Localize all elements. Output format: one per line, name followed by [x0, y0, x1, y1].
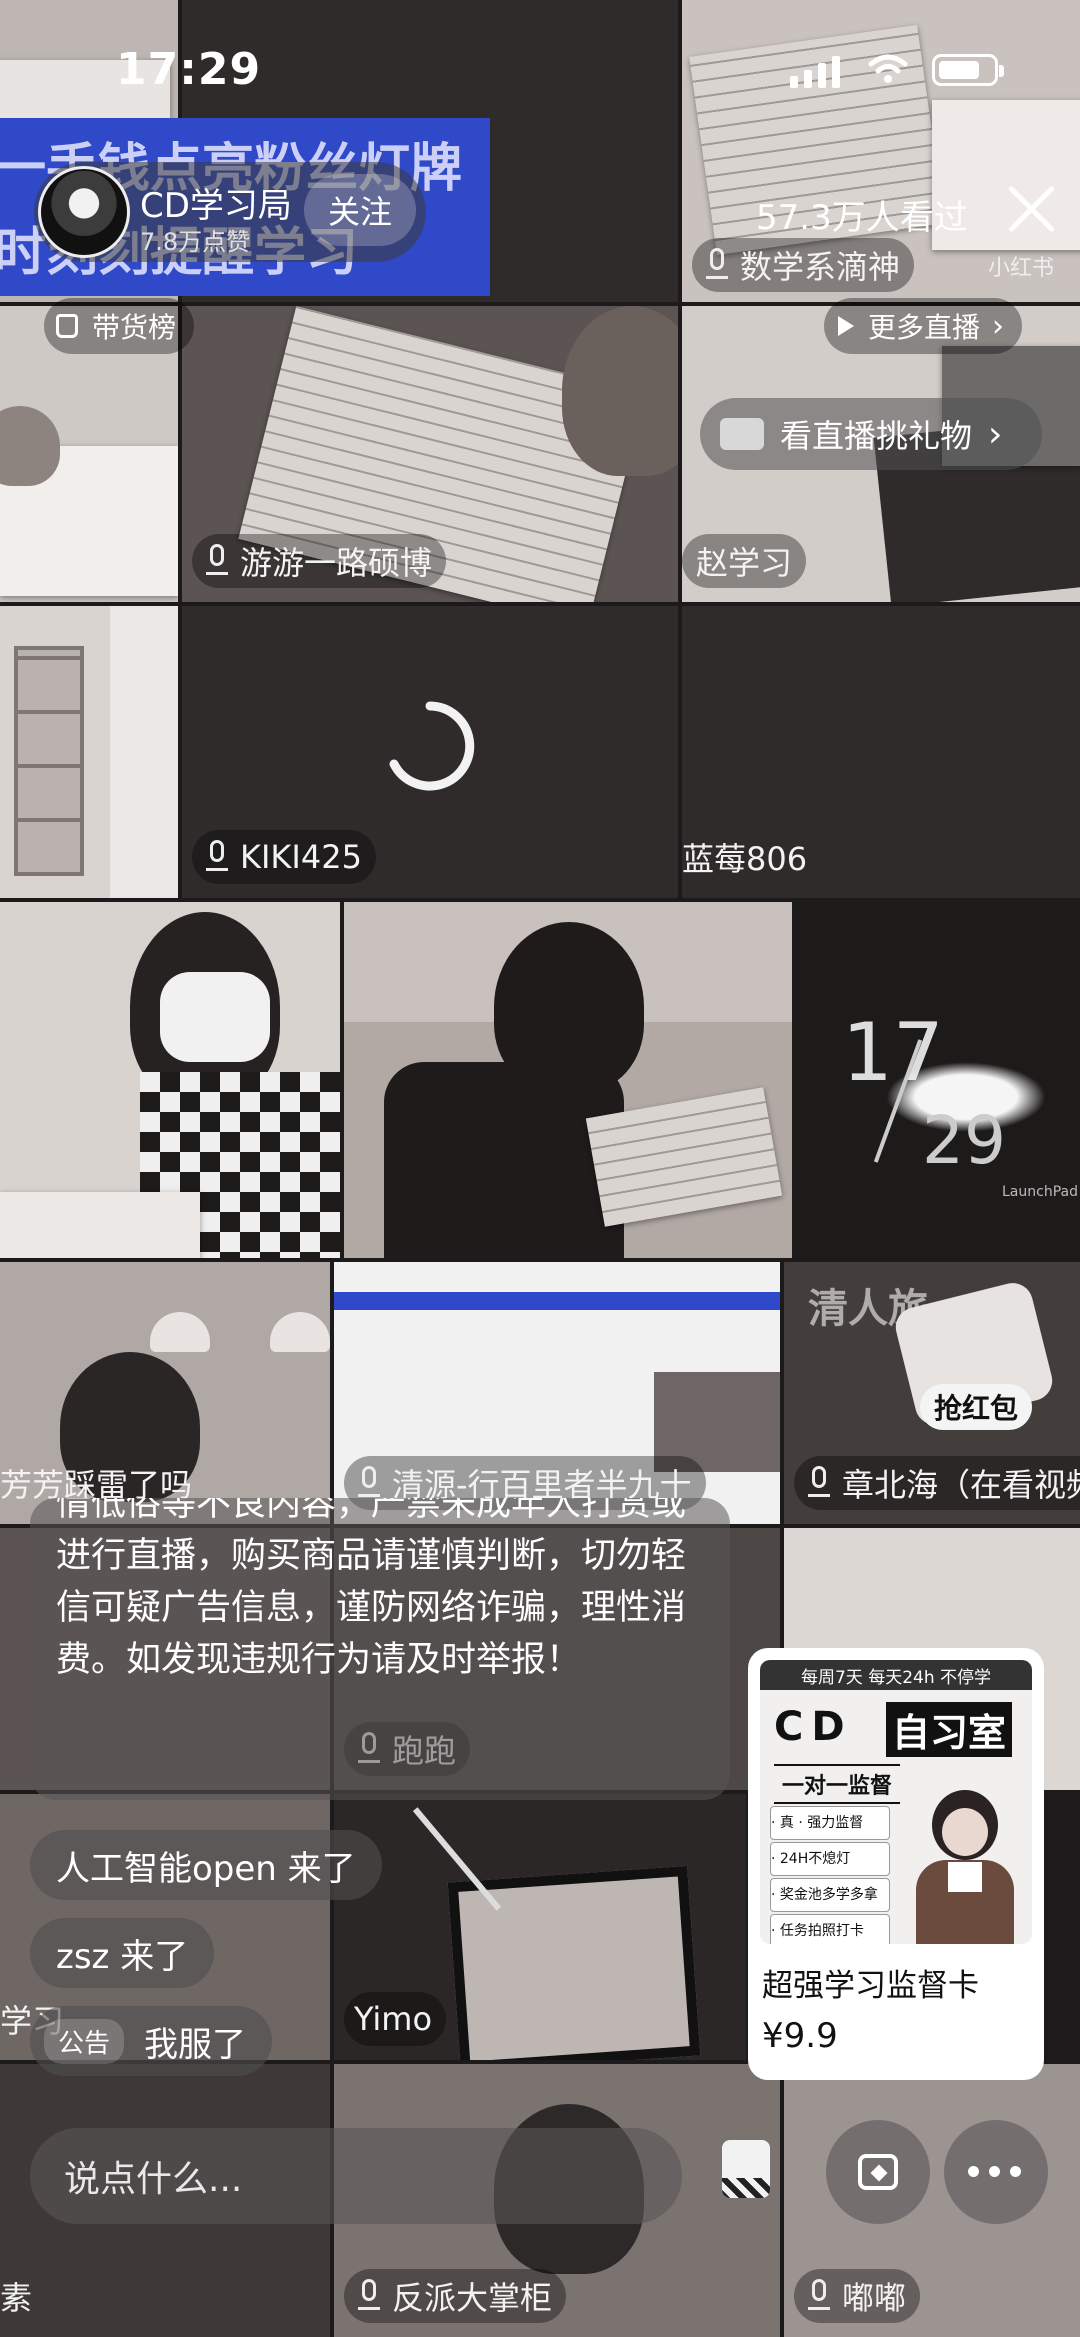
- video-tile[interactable]: Yimo: [334, 1794, 746, 2060]
- notice-text: 情低俗等不良内容，严禁未成年人打赏或进行直播，购买商品请谨慎判断，切勿轻信可疑广…: [56, 1498, 687, 1680]
- battery-icon: [932, 54, 1004, 86]
- mic-icon: [704, 248, 730, 282]
- wifi-icon: [868, 54, 908, 83]
- video-tile[interactable]: 芳芳踩雷了吗: [0, 1262, 330, 1524]
- announcement-tag: 公告: [44, 2018, 125, 2064]
- product-brand-title: 自习室: [886, 1702, 1013, 1757]
- mic-icon: [204, 840, 230, 874]
- gift-shop-label: 看直播挑礼物: [780, 417, 973, 455]
- video-tile[interactable]: 清人旅 抢红包 章北海（在看视频: [784, 1262, 1080, 1524]
- tile-name-label: 素: [0, 2279, 33, 2317]
- watermark: 小红书: [987, 256, 1054, 281]
- gift-icon: [720, 418, 764, 450]
- clock-widget: 17 29 LaunchPad: [796, 902, 1080, 1258]
- product-model-image: [910, 1790, 1020, 1944]
- mic-icon: [204, 544, 230, 578]
- product-feature: · 奖金池多学多拿: [770, 1878, 890, 1912]
- signal-icon: [790, 54, 840, 88]
- chevron-right-icon: ›: [992, 308, 1005, 344]
- bag-icon: [56, 314, 78, 338]
- follow-button[interactable]: 关注: [304, 174, 416, 246]
- play-icon: [838, 316, 854, 336]
- tile-name-label: 嘟嘟: [794, 2269, 921, 2323]
- platform-notice: 情低俗等不良内容，严禁未成年人打赏或进行直播，购买商品请谨慎判断，切勿轻信可疑广…: [30, 1498, 730, 1800]
- mic-icon: [356, 1466, 382, 1500]
- product-feature: · 24H不熄灯: [770, 1842, 890, 1876]
- gift-shop-button[interactable]: 看直播挑礼物 ›: [700, 398, 1042, 470]
- video-tile[interactable]: [344, 902, 792, 1258]
- more-icon: [968, 2166, 1021, 2177]
- product-subtitle: 一对一监督: [774, 1764, 901, 1804]
- host-name: CD学习局: [140, 186, 292, 226]
- chevron-right-icon: ›: [988, 413, 1003, 455]
- mic-icon: [806, 2279, 832, 2313]
- tile-name-label: 数学系滴神: [692, 238, 915, 292]
- video-tile[interactable]: [0, 902, 340, 1258]
- product-image: 每周7天 每天24h 不停学 CD 自习室 一对一监督 · 真 · 强力监督 ·…: [760, 1660, 1032, 1944]
- video-tile[interactable]: 游游一路硕博: [182, 306, 678, 602]
- more-button[interactable]: [944, 2120, 1048, 2224]
- video-tile[interactable]: [0, 606, 178, 898]
- mic-icon: [806, 1466, 832, 1500]
- video-tile[interactable]: 数学系滴神 小红书: [682, 0, 1080, 302]
- clock-brand: LaunchPad: [1002, 1184, 1078, 1200]
- status-time: 17:29: [116, 44, 262, 95]
- video-tile[interactable]: 蓝莓806: [682, 606, 1080, 898]
- host-likes: 7.8万点赞: [140, 228, 251, 256]
- chat-message: zsz 来了: [30, 1918, 215, 1988]
- close-icon[interactable]: [1004, 182, 1058, 236]
- gift-bag-button[interactable]: [826, 2120, 930, 2224]
- product-brand-cd: CD: [774, 1704, 853, 1750]
- tile-name-label: 赵学习: [682, 534, 807, 588]
- video-tile[interactable]: KIKI425: [182, 606, 678, 898]
- mic-icon: [356, 2279, 382, 2313]
- product-price: ¥9.9: [762, 2016, 838, 2056]
- video-tile[interactable]: 清源-行百里者半九十: [334, 1262, 780, 1524]
- shopping-bag-icon[interactable]: [722, 2140, 770, 2198]
- tile-name-label: 游游一路硕博: [192, 534, 447, 588]
- product-title: 超强学习监督卡: [762, 1968, 979, 2004]
- announcement-message: 公告 我服了: [30, 2006, 273, 2076]
- product-feature: · 真 · 强力监督: [770, 1806, 890, 1840]
- product-feature: · 任务拍照打卡: [770, 1914, 890, 1944]
- grab-red-packet-button[interactable]: 抢红包: [920, 1384, 1033, 1430]
- sales-ranking-button[interactable]: 带货榜: [44, 298, 195, 354]
- comment-input[interactable]: 说点什么...: [30, 2128, 682, 2224]
- product-tagline: 每周7天 每天24h 不停学: [760, 1660, 1032, 1690]
- product-card[interactable]: 每周7天 每天24h 不停学 CD 自习室 一对一监督 · 真 · 强力监督 ·…: [748, 1648, 1044, 2080]
- clock-minute: 29: [922, 1102, 1006, 1179]
- more-live-button[interactable]: 更多直播 ›: [824, 298, 1023, 354]
- viewer-count: 57.3万人看过: [756, 198, 968, 238]
- more-live-label: 更多直播: [868, 311, 981, 344]
- tile-name-label: 反派大掌柜: [344, 2269, 567, 2323]
- tile-name-label: 章北海（在看视频: [794, 1456, 1080, 1510]
- sales-ranking-label: 带货榜: [92, 311, 177, 344]
- tile-name-label: Yimo: [344, 1992, 447, 2046]
- tile-name-label: 蓝莓806: [682, 840, 808, 878]
- loading-spinner-icon: [389, 701, 475, 791]
- announcement-text: 我服了: [144, 2024, 247, 2065]
- avatar[interactable]: [38, 166, 130, 258]
- heart-bag-icon: [858, 2154, 898, 2190]
- chat-message: 人工智能open 来了: [30, 1830, 382, 1900]
- tile-name-label: KIKI425: [192, 830, 376, 884]
